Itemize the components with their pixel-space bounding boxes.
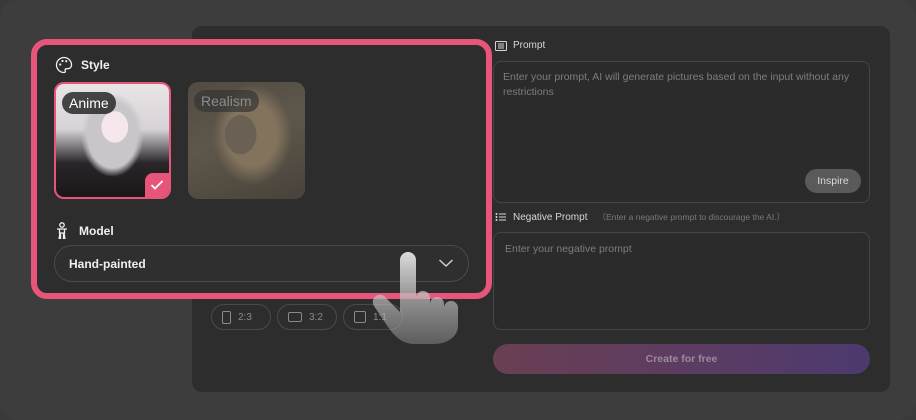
style-option-realism[interactable]: Realism xyxy=(188,82,305,199)
landscape-icon xyxy=(288,312,302,322)
model-title: Model xyxy=(79,224,114,238)
pointer-hand-icon xyxy=(372,252,458,344)
bullet-list-icon xyxy=(495,213,506,221)
checkmark-icon xyxy=(145,173,169,197)
negative-prompt-header: Negative Prompt （Enter a negative prompt… xyxy=(495,211,785,223)
ratio-3-2-button[interactable]: 3:2 xyxy=(277,304,337,330)
figure-icon xyxy=(57,222,67,240)
portrait-icon xyxy=(222,310,231,324)
prompt-label: Prompt xyxy=(513,40,546,51)
style-option-anime[interactable]: Anime xyxy=(54,82,171,199)
ratio-label: 3:2 xyxy=(309,311,323,323)
palette-icon xyxy=(55,56,73,74)
model-value: Hand-painted xyxy=(69,257,146,271)
negative-prompt-placeholder: Enter your negative prompt xyxy=(505,243,632,255)
style-title: Style xyxy=(81,58,110,72)
negative-prompt-label: Negative Prompt xyxy=(513,211,588,223)
square-icon xyxy=(354,311,366,323)
model-header: Model xyxy=(55,222,114,240)
list-icon xyxy=(495,40,507,51)
create-button[interactable]: Create for free xyxy=(493,344,870,374)
negative-prompt-hint: （Enter a negative prompt to discourage t… xyxy=(597,212,786,222)
style-option-label: Anime xyxy=(62,92,116,114)
app-stage: Prompt Enter your prompt, AI will genera… xyxy=(0,0,916,420)
prompt-input[interactable]: Enter your prompt, AI will generate pict… xyxy=(493,61,870,203)
style-header: Style xyxy=(55,56,110,74)
ratio-label: 2:3 xyxy=(238,311,252,323)
ratio-2-3-button[interactable]: 2:3 xyxy=(211,304,271,330)
prompt-placeholder: Enter your prompt, AI will generate pict… xyxy=(503,71,850,98)
style-option-label: Realism xyxy=(194,90,259,112)
inspire-button[interactable]: Inspire xyxy=(805,169,861,193)
prompt-header: Prompt xyxy=(495,40,545,51)
negative-prompt-input[interactable]: Enter your negative prompt xyxy=(493,232,870,330)
